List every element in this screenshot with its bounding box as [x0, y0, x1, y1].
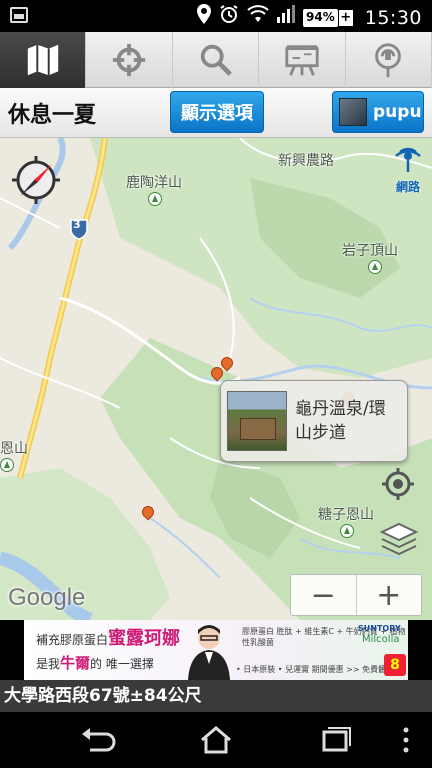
status-bar: 94% + 15:30	[0, 0, 432, 32]
peak-icon	[0, 458, 14, 472]
user-name: pupu	[373, 102, 422, 122]
zoom-controls: − +	[290, 574, 422, 616]
zoom-out-button[interactable]: −	[291, 575, 356, 615]
signboard-icon	[285, 45, 319, 76]
location-icon	[197, 4, 211, 31]
map-label-left-edge: 恩山	[0, 441, 28, 457]
system-nav-bar	[0, 712, 432, 768]
ad-brand-text: 蜜露珂娜	[108, 628, 181, 649]
ad-brand-product: Milcolla	[362, 634, 400, 645]
antenna-icon	[395, 147, 421, 172]
avatar	[339, 98, 367, 126]
ad-brand: SUNTORY	[358, 624, 401, 633]
map-label-tangzi-mountain: 糖子恩山	[318, 507, 374, 523]
peak-icon	[148, 192, 162, 206]
google-attribution: Google	[8, 584, 86, 611]
my-location-icon[interactable]	[380, 466, 416, 502]
tab-map[interactable]	[0, 32, 87, 88]
ad-text: 是我	[36, 657, 61, 671]
tab-board[interactable]	[259, 32, 346, 88]
ad-banner[interactable]: 補充膠原蛋白蜜露珂娜 是我牛爾的 唯一選擇 膠原蛋白 胜肽 + 維生素C + 牛…	[24, 620, 408, 680]
poi-title-line: 山步道	[295, 423, 346, 443]
layers-icon[interactable]	[378, 520, 420, 560]
poi-thumbnail	[227, 391, 287, 451]
title-bar: 休息一夏 顯示選項 pupu	[0, 88, 432, 138]
page-title: 休息一夏	[8, 103, 97, 128]
peak-icon	[368, 260, 382, 274]
battery-level: 94%	[303, 8, 338, 27]
user-button[interactable]: pupu	[332, 91, 424, 133]
poi-popup[interactable]: 龜丹溫泉/環 山步道	[220, 380, 408, 462]
image-icon	[10, 7, 28, 23]
crosshair-icon	[112, 43, 146, 77]
ad-line-1: 補充膠原蛋白蜜露珂娜	[36, 624, 180, 650]
ad-person-image	[188, 625, 230, 680]
display-options-button[interactable]: 顯示選項	[170, 91, 264, 133]
network-label: 網路	[395, 180, 420, 194]
ad-badge: 8	[384, 654, 406, 676]
compass-icon[interactable]	[8, 152, 64, 208]
recent-apps-icon[interactable]	[316, 724, 356, 756]
ad-text: 的 唯一選擇	[90, 657, 154, 671]
pin-icon	[375, 43, 402, 78]
tab-search[interactable]	[173, 32, 260, 88]
map-view[interactable]: 3 新興農路 鹿陶洋山 岩子頂山 糖子恩山 恩山 網路 龜丹溫泉/環 山步道 −…	[0, 138, 432, 620]
ad-line-2: 是我牛爾的 唯一選擇	[36, 652, 154, 673]
tab-bar	[0, 32, 432, 88]
alarm-icon	[219, 4, 239, 31]
home-icon[interactable]	[196, 724, 236, 756]
map-label-xinxing-road: 新興農路	[278, 153, 334, 169]
tab-pin[interactable]	[346, 32, 432, 88]
map-label-yanzi-peak: 岩子頂山	[342, 243, 398, 259]
ad-footer: • 日本原裝 • 兒運實 期間優惠 >> 免費體驗8	[236, 665, 400, 674]
route-number-label: 3	[73, 218, 81, 231]
network-button[interactable]: 網路	[388, 142, 428, 194]
peak-icon	[340, 524, 354, 538]
battery-icon: 94% +	[303, 8, 353, 27]
tab-crosshair[interactable]	[86, 32, 173, 88]
map-label-lutaoyang-mountain: 鹿陶洋山	[126, 175, 182, 191]
charging-icon: +	[338, 9, 353, 26]
search-icon	[200, 44, 232, 76]
map-icon	[27, 44, 58, 76]
back-icon[interactable]	[78, 724, 118, 756]
clock: 15:30	[364, 6, 422, 29]
ad-highlight-text: 牛爾	[60, 654, 91, 672]
signal-icon	[277, 5, 295, 30]
wifi-icon	[247, 5, 269, 30]
ad-text: 補充膠原蛋白	[36, 633, 109, 647]
zoom-in-button[interactable]: +	[355, 575, 422, 615]
poi-title: 龜丹溫泉/環 山步道	[295, 397, 386, 445]
menu-icon[interactable]	[396, 724, 416, 756]
current-address: 大學路西段67號±84公尺	[0, 680, 432, 712]
poi-title-line: 龜丹溫泉/環	[295, 399, 386, 419]
